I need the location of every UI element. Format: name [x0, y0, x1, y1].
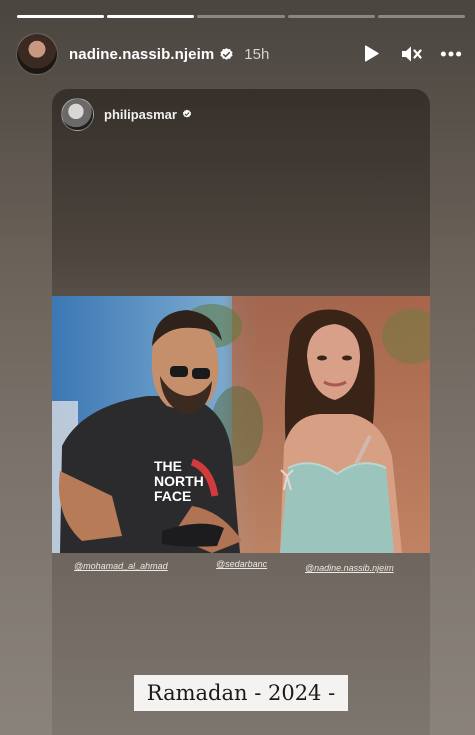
verified-badge-icon — [182, 109, 192, 119]
story-header: nadine.nassib.njeim 15h — [16, 32, 462, 76]
tagged-users: @mohamad_al_ahmad @sedarbanc @nadine.nas… — [52, 559, 430, 575]
progress-fill — [107, 15, 195, 18]
profile-avatar[interactable] — [16, 33, 58, 75]
story-viewer[interactable]: nadine.nassib.njeim 15h philipasmar THE … — [0, 0, 475, 735]
story-progress-bar — [17, 15, 466, 18]
svg-text:THE: THE — [154, 458, 182, 474]
user-tag[interactable]: @sedarbanc — [216, 559, 267, 569]
post-time: 15h — [244, 45, 270, 63]
user-tag[interactable]: @nadine.nassib.njeim — [305, 563, 394, 573]
shared-post-avatar[interactable] — [61, 97, 94, 131]
progress-segment — [107, 15, 195, 18]
more-options-icon[interactable] — [440, 43, 462, 65]
username[interactable]: nadine.nassib.njeim — [69, 46, 214, 63]
caption-sticker: Ramadan - 2024 - — [134, 675, 348, 711]
progress-segment — [17, 15, 105, 18]
shared-post-header[interactable]: philipasmar — [61, 97, 192, 131]
story-controls — [360, 43, 462, 65]
progress-segment — [197, 15, 285, 18]
svg-text:FACE: FACE — [154, 488, 191, 504]
shared-post-photo: THE NORTH FACE — [52, 296, 430, 553]
verified-badge-icon — [219, 47, 234, 62]
shared-post-username[interactable]: philipasmar — [104, 107, 177, 122]
shared-post-card[interactable]: philipasmar THE NORTH FACE @mohamad_al_a… — [52, 89, 430, 735]
progress-segment — [287, 15, 375, 18]
user-tag[interactable]: @mohamad_al_ahmad — [74, 561, 168, 571]
progress-segment — [377, 15, 466, 18]
svg-text:NORTH: NORTH — [154, 473, 204, 489]
muted-speaker-icon[interactable] — [400, 43, 422, 65]
photo-illustration: THE NORTH FACE — [52, 296, 430, 553]
play-icon[interactable] — [360, 43, 382, 65]
progress-fill — [17, 15, 105, 18]
